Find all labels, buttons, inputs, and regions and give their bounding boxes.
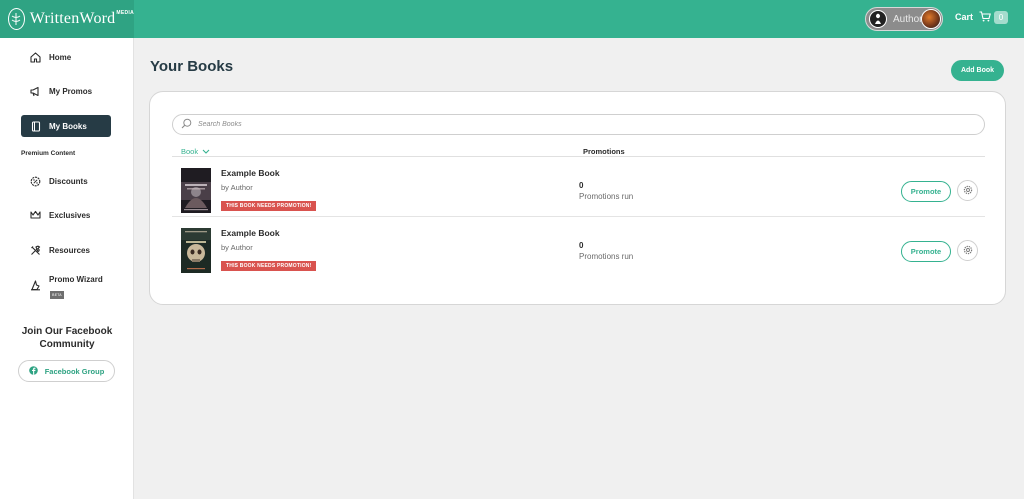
book-title[interactable]: Example Book: [221, 228, 280, 238]
cart-label: Cart: [955, 12, 974, 22]
promotions-count: 0: [579, 241, 584, 250]
book-icon: [30, 120, 41, 132]
facebook-community-title: Join Our Facebook Community: [21, 326, 113, 350]
book-cover[interactable]: [181, 168, 211, 213]
table-row: Example Book by Author THIS BOOK NEEDS P…: [172, 157, 985, 217]
promote-button[interactable]: Promote: [901, 181, 951, 202]
cart[interactable]: Cart 0: [955, 10, 1009, 24]
search-bar[interactable]: [172, 114, 985, 135]
tools-icon: [30, 245, 41, 256]
page-title: Your Books: [150, 58, 234, 75]
add-book-button[interactable]: Add Book: [951, 60, 1004, 81]
book-settings-button[interactable]: [957, 180, 978, 201]
sidebar-item-resources[interactable]: Resources: [21, 239, 111, 261]
book-author: by Author: [221, 183, 253, 192]
crown-icon: [30, 210, 41, 221]
promotion-needed-badge: THIS BOOK NEEDS PROMOTION!: [221, 261, 317, 271]
sidebar: Home My Promos My Books Premium Content …: [0, 38, 134, 499]
sidebar-item-my-books[interactable]: My Books: [21, 115, 111, 137]
promotion-needed-badge: THIS BOOK NEEDS PROMOTION!: [221, 201, 317, 211]
book-author: by Author: [221, 243, 253, 252]
book-title[interactable]: Example Book: [221, 168, 280, 178]
wizard-hat-icon: [30, 280, 41, 291]
promote-button[interactable]: Promote: [901, 241, 951, 262]
table-row: Example Book by Author THIS BOOK NEEDS P…: [172, 217, 985, 277]
user-avatar[interactable]: [921, 9, 941, 29]
role-label: Author: [893, 13, 923, 25]
column-header-promotions: Promotions: [583, 147, 625, 156]
sidebar-item-promo-wizard[interactable]: Promo Wizard: [21, 272, 111, 294]
column-header-book[interactable]: Book: [181, 147, 210, 156]
search-icon: [181, 116, 192, 134]
chevron-down-icon: [202, 147, 210, 156]
role-switcher[interactable]: Author: [865, 7, 943, 31]
author-silhouette-icon: [869, 10, 887, 28]
beta-badge: BETA: [50, 291, 64, 299]
facebook-group-button[interactable]: Facebook Group: [18, 360, 115, 382]
sidebar-item-my-promos[interactable]: My Promos: [21, 80, 111, 102]
home-icon: [30, 51, 41, 63]
cart-count: 0: [994, 10, 1009, 24]
brand-logo-icon: [8, 8, 25, 30]
promotions-count: 0: [579, 181, 584, 190]
search-input[interactable]: [198, 121, 898, 128]
promotions-run-label: Promotions run: [579, 192, 634, 201]
top-bar: WrittenWord MEDIA Author Cart 0: [0, 0, 1024, 38]
brand-superscript: MEDIA: [116, 10, 134, 16]
sidebar-item-exclusives[interactable]: Exclusives: [21, 204, 111, 226]
facebook-icon: [28, 362, 38, 380]
book-settings-button[interactable]: [957, 240, 978, 261]
sidebar-item-discounts[interactable]: Discounts: [21, 170, 111, 192]
megaphone-icon: [30, 86, 41, 97]
cart-icon: [979, 11, 991, 24]
books-card: Book Promotions Example Book by Author T…: [149, 91, 1006, 305]
gear-icon: [963, 242, 973, 260]
sidebar-item-home[interactable]: Home: [21, 46, 111, 68]
brand[interactable]: WrittenWord MEDIA: [0, 0, 134, 38]
discount-badge-icon: [30, 176, 41, 187]
premium-content-label: Premium Content: [21, 150, 76, 157]
brand-name: WrittenWord: [29, 10, 116, 27]
gear-icon: [963, 182, 973, 200]
book-cover[interactable]: [181, 228, 211, 273]
promotions-run-label: Promotions run: [579, 252, 634, 261]
